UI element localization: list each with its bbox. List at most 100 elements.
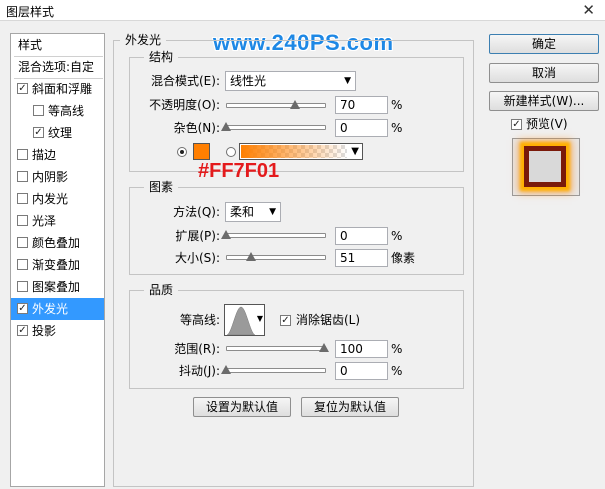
range-input[interactable]: 100 xyxy=(335,340,388,358)
sidebar-item-checkbox[interactable] xyxy=(17,215,28,226)
preview-checkbox[interactable]: ✓ xyxy=(511,119,522,130)
contour-dropdown-icon[interactable]: ▼ xyxy=(257,314,263,323)
sidebar-item[interactable]: 内发光 xyxy=(11,188,104,210)
sidebar-item-label: 内发光 xyxy=(32,192,69,206)
sidebar-item-checkbox[interactable]: ✓ xyxy=(33,127,44,138)
technique-select[interactable]: 柔和 ▼ xyxy=(225,202,281,222)
sidebar-item[interactable]: ✓ 斜面和浮雕 xyxy=(11,78,104,100)
sidebar-item-label: 图案叠加 xyxy=(32,280,81,294)
ok-button[interactable]: 确定 xyxy=(489,34,599,54)
sidebar-item[interactable]: 渐变叠加 xyxy=(11,254,104,276)
range-label: 范围(R): xyxy=(174,342,220,356)
gradient-radio[interactable] xyxy=(226,147,236,157)
sidebar-item-blend-options[interactable]: 混合选项:自定 xyxy=(14,56,103,79)
quality-legend: 品质 xyxy=(144,283,179,297)
sidebar-item[interactable]: 内阴影 xyxy=(11,166,104,188)
sidebar-item-label: 渐变叠加 xyxy=(32,258,81,272)
contour-label: 等高线: xyxy=(179,313,220,327)
range-slider-thumb[interactable] xyxy=(319,343,329,352)
antialias-checkbox[interactable]: ✓ xyxy=(280,315,291,326)
sidebar-item-checkbox[interactable] xyxy=(17,259,28,270)
blend-mode-value: 线性光 xyxy=(230,74,267,88)
sidebar-item-label: 斜面和浮雕 xyxy=(32,82,93,96)
spread-percent: % xyxy=(391,229,403,243)
sidebar-item-label: 描边 xyxy=(32,148,57,162)
elements-legend: 图素 xyxy=(144,180,179,194)
title-bar: 图层样式 ✕ xyxy=(0,0,605,21)
spread-label: 扩展(P): xyxy=(175,229,220,243)
blend-mode-select[interactable]: 线性光 ▼ xyxy=(225,71,356,91)
make-default-button[interactable]: 设置为默认值 xyxy=(193,397,291,417)
sidebar-item-label: 内阴影 xyxy=(32,170,69,184)
jitter-slider-track[interactable] xyxy=(226,368,326,373)
spread-input[interactable]: 0 xyxy=(335,227,388,245)
size-unit: 像素 xyxy=(391,251,416,265)
reset-default-button[interactable]: 复位为默认值 xyxy=(301,397,399,417)
size-slider-thumb[interactable] xyxy=(245,252,256,261)
sidebar-item-checkbox[interactable] xyxy=(17,281,28,292)
noise-slider-track[interactable] xyxy=(226,125,326,130)
technique-label: 方法(Q): xyxy=(173,205,220,219)
blend-mode-label: 混合模式(E): xyxy=(151,74,220,88)
opacity-slider-track[interactable] xyxy=(226,103,326,108)
sidebar-item-label: 纹理 xyxy=(48,126,73,140)
gradient-picker[interactable]: ▼ xyxy=(239,143,363,160)
sidebar-item[interactable]: ✓ 外发光 xyxy=(11,298,104,320)
sidebar-item-checkbox[interactable] xyxy=(17,193,28,204)
chevron-down-icon: ▼ xyxy=(344,76,351,86)
sidebar-item-label: 等高线 xyxy=(48,104,85,118)
noise-input[interactable]: 0 xyxy=(335,119,388,137)
chevron-down-icon: ▼ xyxy=(269,207,276,217)
size-slider-track[interactable] xyxy=(226,255,326,260)
spread-slider-thumb[interactable] xyxy=(221,230,231,239)
sidebar-item[interactable]: 颜色叠加 xyxy=(11,232,104,254)
outer-glow-title: 外发光 xyxy=(120,33,167,47)
sidebar-item[interactable]: 等高线 xyxy=(11,100,104,122)
gradient-dropdown-icon[interactable]: ▼ xyxy=(351,144,359,159)
opacity-slider-thumb[interactable] xyxy=(289,100,300,109)
size-input[interactable]: 51 xyxy=(335,249,388,267)
sidebar-item-checkbox[interactable]: ✓ xyxy=(17,325,28,336)
sidebar-item-checkbox[interactable] xyxy=(17,171,28,182)
jitter-label: 抖动(J): xyxy=(179,364,220,378)
range-slider-track[interactable] xyxy=(226,346,326,351)
sidebar-item[interactable]: 描边 xyxy=(11,144,104,166)
sidebar-item-checkbox[interactable] xyxy=(17,149,28,160)
range-percent: % xyxy=(391,342,403,356)
sidebar-header-styles[interactable]: 样式 xyxy=(14,34,103,57)
cancel-button[interactable]: 取消 xyxy=(489,63,599,83)
sidebar-item-label: 投影 xyxy=(32,324,57,338)
sidebar-item-label: 光泽 xyxy=(32,214,57,228)
styles-sidebar: 样式 混合选项:自定 ✓ 斜面和浮雕等高线 ✓ 纹理描边内阴影内发光光泽颜色叠加渐变叠… xyxy=(10,33,105,487)
opacity-input[interactable]: 70 xyxy=(335,96,388,114)
close-icon[interactable]: ✕ xyxy=(582,1,595,19)
spread-slider-track[interactable] xyxy=(226,233,326,238)
style-preview-thumbnail xyxy=(512,138,580,196)
sidebar-item[interactable]: 光泽 xyxy=(11,210,104,232)
sidebar-item[interactable]: ✓ 投影 xyxy=(11,320,104,342)
solid-color-radio[interactable] xyxy=(177,147,187,157)
sidebar-item-checkbox[interactable] xyxy=(17,237,28,248)
sidebar-item[interactable]: 图案叠加 xyxy=(11,276,104,298)
glow-color-swatch[interactable] xyxy=(193,143,210,160)
noise-label: 杂色(N): xyxy=(173,121,220,135)
preview-label[interactable]: 预览(V) xyxy=(526,115,568,133)
sidebar-item-checkbox[interactable] xyxy=(33,105,44,116)
preview-glow-square xyxy=(524,146,566,187)
jitter-percent: % xyxy=(391,364,403,378)
window-title: 图层样式 xyxy=(6,5,55,19)
sidebar-item-checkbox[interactable]: ✓ xyxy=(17,303,28,314)
size-label: 大小(S): xyxy=(174,251,220,265)
sidebar-item[interactable]: ✓ 纹理 xyxy=(11,122,104,144)
contour-picker[interactable]: ▼ xyxy=(224,304,265,336)
jitter-slider-thumb[interactable] xyxy=(221,365,231,374)
gradient-preview xyxy=(241,145,347,158)
antialias-label[interactable]: 消除锯齿(L) xyxy=(296,311,360,329)
jitter-input[interactable]: 0 xyxy=(335,362,388,380)
new-style-button[interactable]: 新建样式(W)... xyxy=(489,91,599,111)
noise-slider-thumb[interactable] xyxy=(221,122,231,131)
sidebar-item-checkbox[interactable]: ✓ xyxy=(17,83,28,94)
technique-value: 柔和 xyxy=(230,205,255,219)
structure-legend: 结构 xyxy=(144,50,179,64)
opacity-percent: % xyxy=(391,98,403,112)
